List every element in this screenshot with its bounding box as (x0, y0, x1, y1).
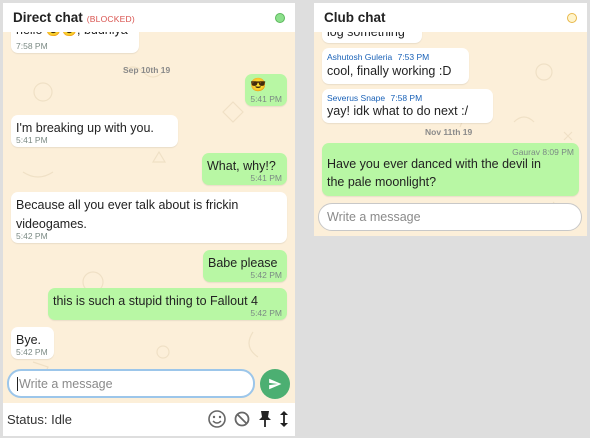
status-bar: Status: Idle (3, 403, 295, 436)
message-text: 😎 (250, 77, 267, 92)
online-status-indicator (275, 13, 285, 23)
message-time: 5:41 PM (250, 94, 282, 104)
status-bar-icons (207, 409, 289, 429)
send-icon (269, 378, 282, 390)
message-bubble-incoming: Ashutosh Guleria 7:53 PM cool, finally w… (322, 48, 469, 84)
message-time: 5:42 PM (250, 270, 282, 280)
text-caret (17, 376, 18, 391)
club-chat-title: Club chat (324, 10, 386, 25)
resize-icon[interactable] (279, 410, 289, 428)
message-bubble-outgoing: What, why!? 5:41 PM (202, 153, 287, 185)
direct-chat-title: Direct chat (13, 10, 83, 25)
club-chat-header[interactable]: Club chat (314, 3, 587, 32)
message-sender: Ashutosh Guleria 7:53 PM (327, 52, 429, 62)
message-text: Because all you ever talk about is frick… (16, 198, 239, 212)
message-text: Have you ever danced with the devil in (327, 157, 542, 171)
message-bubble-outgoing: this is such a stupid thing to Fallout 4… (48, 288, 287, 320)
message-time: 5:41 PM (16, 135, 48, 145)
message-time: 5:42 PM (16, 347, 48, 357)
message-time: 5:41 PM (250, 173, 282, 183)
message-bubble-outgoing: 😎 5:41 PM (245, 74, 287, 106)
message-input[interactable]: Write a message (318, 203, 582, 231)
message-bubble-outgoing: Gaurav 8:09 PM Have you ever danced with… (322, 143, 579, 196)
club-chat-window: log something Club chat Ashutosh Guleria… (314, 3, 587, 236)
message-time: 7:58 PM (16, 41, 48, 51)
message-bubble-outgoing: Babe please 5:42 PM (203, 250, 287, 282)
club-chat-composer: Write a message (314, 201, 587, 234)
date-separator: Sep 10th 19 (123, 65, 171, 75)
message-input[interactable]: Write a message (7, 369, 255, 398)
message-bubble-incoming: Because all you ever talk about is frick… (11, 192, 287, 243)
message-input-placeholder: Write a message (327, 210, 421, 224)
blocked-badge: (BLOCKED) (86, 13, 135, 24)
status-text: Status: Idle (7, 412, 73, 427)
message-bubble-incoming: I'm breaking up with you. 5:41 PM (11, 115, 178, 147)
send-button[interactable] (260, 369, 290, 399)
emoji-icon[interactable] (207, 409, 227, 429)
message-text: cool, finally working :D (327, 64, 452, 78)
message-text: the pale moonlight? (327, 175, 437, 189)
block-icon[interactable] (233, 410, 251, 428)
date-separator: Nov 11th 19 (425, 127, 473, 137)
message-text: yay! idk what to do next :/ (327, 104, 469, 118)
message-text: videogames. (16, 217, 87, 231)
message-input-placeholder: Write a message (19, 376, 113, 391)
away-status-indicator (567, 13, 577, 23)
direct-chat-header-cover: Direct chat (BLOCKED) (3, 3, 295, 32)
sender-name: Ashutosh Guleria (327, 52, 393, 62)
message-time: 5:42 PM (250, 308, 282, 318)
direct-chat-composer: Write a message (3, 365, 295, 403)
message-bubble-incoming: Severus Snape 7:58 PM yay! idk what to d… (322, 89, 493, 123)
pin-icon[interactable] (257, 410, 273, 428)
message-time: 5:42 PM (16, 231, 48, 241)
message-bubble-incoming: Bye. 5:42 PM (11, 327, 54, 359)
direct-chat-window: Direct chat (BLOCKED) hello 😎😎, budhiya … (3, 3, 295, 436)
sender-time: 7:53 PM (397, 52, 430, 62)
message-text: this is such a stupid thing to Fallout 4 (53, 294, 258, 308)
